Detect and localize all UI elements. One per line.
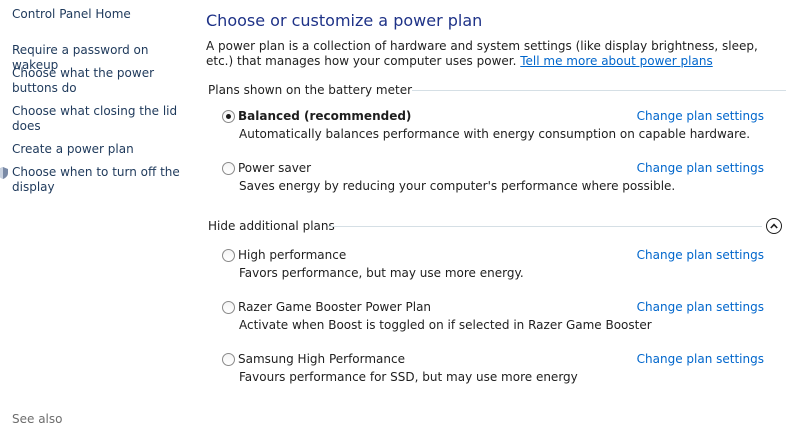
plan-description: Favours performance for SSD, but may use… [239, 370, 578, 384]
change-plan-settings-link[interactable]: Change plan settings [637, 109, 764, 123]
plan-power-saver: Power saver Saves energy by reducing you… [221, 160, 781, 194]
page-title: Choose or customize a power plan [206, 11, 483, 30]
change-plan-settings-link[interactable]: Change plan settings [637, 248, 764, 262]
plan-name[interactable]: High performance [238, 248, 346, 262]
intro-text: A power plan is a collection of hardware… [206, 39, 771, 69]
plan-high-performance: High performance Favors performance, but… [221, 247, 781, 281]
shield-icon [0, 167, 8, 179]
plan-balanced: Balanced (recommended) Automatically bal… [221, 108, 781, 142]
plan-name[interactable]: Samsung High Performance [238, 352, 405, 366]
plan-razer-game-booster: Razer Game Booster Power Plan Activate w… [221, 299, 781, 333]
control-panel-home-link[interactable]: Control Panel Home [12, 7, 184, 22]
see-also-label: See also [12, 412, 63, 426]
battery-meter-section-header: Plans shown on the battery meter [208, 83, 413, 97]
plan-radio-high-performance[interactable] [222, 249, 235, 262]
change-plan-settings-link[interactable]: Change plan settings [637, 300, 764, 314]
chevron-up-icon [770, 223, 778, 229]
plan-description: Activate when Boost is toggled on if sel… [239, 318, 652, 332]
plan-name[interactable]: Balanced (recommended) [238, 109, 411, 123]
sidebar-link-power-buttons[interactable]: Choose what the power buttons do [12, 66, 184, 96]
radio-selected-dot [226, 114, 231, 119]
main-content: Choose or customize a power plan A power… [206, 0, 808, 436]
additional-plans-section-header[interactable]: Hide additional plans [208, 218, 335, 234]
change-plan-settings-link[interactable]: Change plan settings [637, 352, 764, 366]
tell-me-more-link[interactable]: Tell me more about power plans [520, 54, 712, 68]
plan-radio-power-saver[interactable] [222, 162, 235, 175]
collapse-additional-plans-button[interactable] [766, 218, 782, 234]
left-pane: Control Panel Home Require a password on… [0, 0, 190, 436]
section-divider [328, 226, 762, 227]
plan-radio-balanced[interactable] [222, 110, 235, 123]
plan-radio-razer-game-booster[interactable] [222, 301, 235, 314]
plan-description: Automatically balances performance with … [239, 127, 751, 141]
plan-name[interactable]: Power saver [238, 161, 311, 175]
plan-samsung-high-performance: Samsung High Performance Favours perform… [221, 351, 781, 385]
section-divider [412, 90, 786, 91]
plan-radio-samsung-high-performance[interactable] [222, 353, 235, 366]
plan-description: Saves energy by reducing your computer's… [239, 179, 676, 193]
plan-description: Favors performance, but may use more ene… [239, 266, 524, 280]
change-plan-settings-link[interactable]: Change plan settings [637, 161, 764, 175]
plan-name[interactable]: Razer Game Booster Power Plan [238, 300, 431, 314]
sidebar-link-turn-off-display[interactable]: Choose when to turn off the display [12, 165, 184, 195]
sidebar-link-closing-lid[interactable]: Choose what closing the lid does [12, 104, 184, 134]
sidebar-link-create-plan[interactable]: Create a power plan [12, 142, 184, 157]
